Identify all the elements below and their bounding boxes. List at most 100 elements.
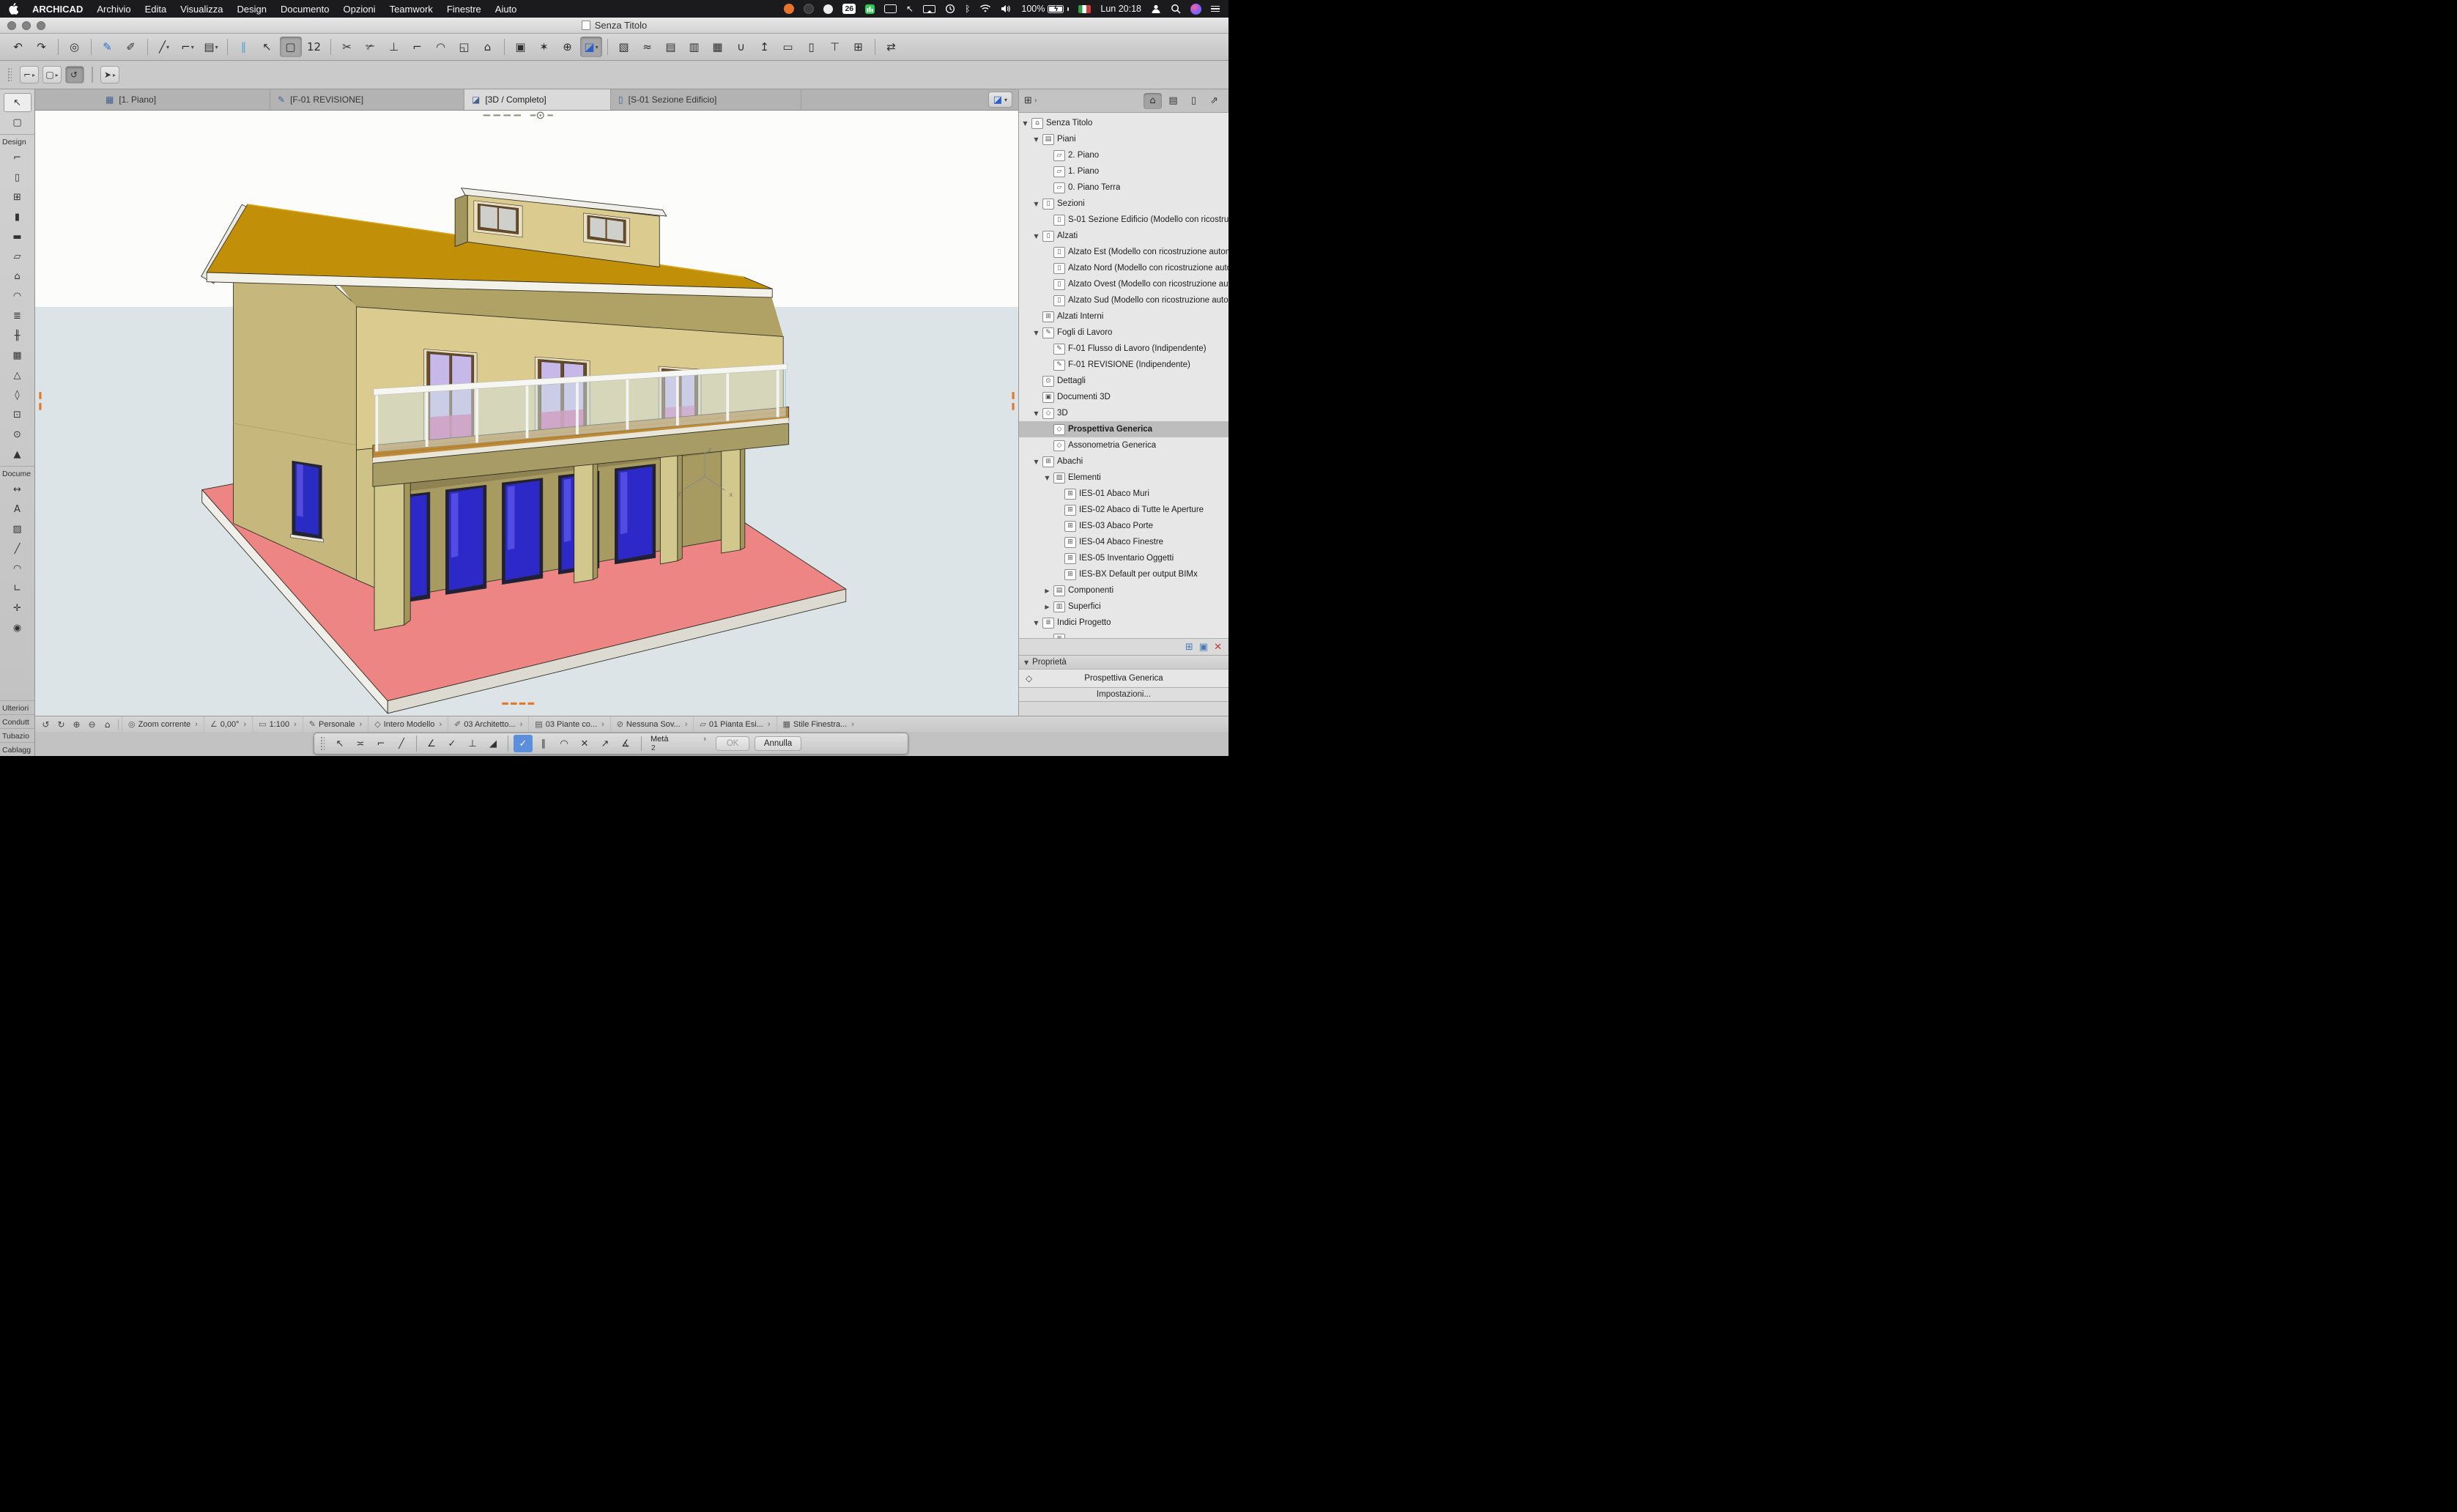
snap-arc-button[interactable]: ◠ <box>555 735 574 752</box>
zoom-button[interactable] <box>37 21 45 30</box>
wall-tool[interactable]: ⌐ <box>4 148 32 167</box>
transfer-settings-button[interactable]: ⇄ <box>881 37 903 57</box>
toolbox-group-label[interactable]: Ulteriori <box>0 700 34 714</box>
menu-item[interactable]: Teamwork <box>390 4 433 15</box>
cancel-button[interactable]: Annulla <box>755 736 801 751</box>
menu-item[interactable]: Design <box>237 4 267 15</box>
popup-navigator-chevron-icon[interactable]: › <box>1034 97 1037 105</box>
railing-tool[interactable]: ╫ <box>4 326 32 345</box>
tree-item-alzato-est[interactable]: ▯ Alzato Est (Modello con ricostruzione … <box>1019 244 1228 260</box>
tree-item-ies04[interactable]: ⊞ IES-04 Abaco Finestre <box>1019 534 1228 550</box>
redo-button[interactable]: ↷ <box>31 37 53 57</box>
tree-item-ies02[interactable]: ⊞ IES-02 Abaco di Tutte le Aperture <box>1019 502 1228 518</box>
publisher-button[interactable]: ⇗ <box>1205 93 1223 109</box>
tree-item-dettagli[interactable]: ⊙ Dettagli <box>1019 373 1228 389</box>
toolbox-group-label[interactable]: Cablagg <box>0 742 34 756</box>
menu-app-name[interactable]: ARCHICAD <box>32 4 83 15</box>
toolbar-button[interactable] <box>607 39 608 55</box>
tree-item-piani[interactable]: ▼ ▤ Piani <box>1019 131 1228 147</box>
hatch-button[interactable]: ▤ <box>660 37 682 57</box>
disclosure-icon[interactable]: ▼ <box>1033 201 1040 207</box>
rise-button[interactable]: ↥ <box>754 37 776 57</box>
tree-item-ies01[interactable]: ⊞ IES-01 Abaco Muri <box>1019 486 1228 502</box>
rotate-view-button[interactable]: ↺ <box>65 66 84 84</box>
light-app-icon[interactable] <box>823 4 833 14</box>
menu-item[interactable]: ArchivioEditaVisualizzaDesignDocumentoOp… <box>97 4 516 15</box>
menu-item[interactable]: Aiuto <box>495 4 517 15</box>
snap-angle-button[interactable]: ╱ <box>392 735 411 752</box>
battery-indicator[interactable]: 100% ϟ <box>1021 4 1069 14</box>
disclosure-icon[interactable]: ▶ <box>1044 588 1050 594</box>
tab-3d-completo[interactable]: ◪[3D / Completo] <box>464 89 611 110</box>
layer-combination-dropdown[interactable]: ▤ 03 Piante co... › <box>528 716 609 732</box>
toolbar-button[interactable] <box>91 39 92 55</box>
snap-button[interactable] <box>416 735 417 752</box>
snap-lines-button[interactable]: ∥ <box>534 735 553 752</box>
menu-item[interactable]: Visualizza <box>180 4 223 15</box>
fill-type-dropdown[interactable]: ▤▾ <box>200 37 222 57</box>
tree-item-clipped[interactable]: ≣ <box>1019 631 1228 638</box>
close-button[interactable] <box>7 21 16 30</box>
window-title-bar[interactable]: Senza Titolo <box>0 18 1228 34</box>
palette-grip[interactable] <box>320 736 325 751</box>
polyline-tool[interactable]: ∟ <box>4 579 32 598</box>
project-map-button[interactable]: ⌂ <box>1144 93 1162 109</box>
settings-button[interactable]: Impostazioni... <box>1019 687 1228 702</box>
text-tool[interactable]: A <box>4 500 32 519</box>
marquee-tool[interactable]: ▢ <box>4 113 32 132</box>
ok-button[interactable]: OK <box>716 736 749 751</box>
ramp-button[interactable]: ≈ <box>637 37 659 57</box>
tree-item-superfici[interactable]: ▶ ▥ Superfici <box>1019 598 1228 615</box>
tree-item-piano2[interactable]: ▱ 2. Piano <box>1019 147 1228 163</box>
tab-overview-dropdown[interactable]: ◪ ▾ <box>988 92 1012 108</box>
tree-item-s01[interactable]: ▯ S-01 Sezione Edificio (Modello con ric… <box>1019 212 1228 228</box>
zoom-to-selection-button[interactable]: ◎ <box>64 37 86 57</box>
tree-item-abachi[interactable]: ▼ ⊞ Abachi <box>1019 453 1228 470</box>
tree-item-sezioni[interactable]: ▼ ▯ Sezioni <box>1019 196 1228 212</box>
3d-viewport[interactable]: z y x <box>35 111 1018 716</box>
camera-tool[interactable]: ◉ <box>4 618 32 637</box>
merge-button[interactable]: ⊕ <box>557 37 579 57</box>
line-tool[interactable]: ╱ <box>4 539 32 558</box>
model-view-options-dropdown[interactable]: ▦ Stile Finestra... › <box>777 716 860 732</box>
tab-f01-revisione[interactable]: ✎[F-01 REVISIONE] <box>270 89 464 110</box>
stair-tool[interactable]: ≣ <box>4 306 32 325</box>
tree-item-assonometria[interactable]: ◇ Assonometria Generica <box>1019 437 1228 453</box>
composite-button[interactable]: ▥ <box>683 37 705 57</box>
menu-item[interactable]: Edita <box>145 4 167 15</box>
tree-item-f01-revisione[interactable]: ✎ F-01 REVISIONE (Indipendente) <box>1019 357 1228 373</box>
view-settings-dropdown[interactable]: ⌐▸ <box>20 66 39 84</box>
properties-header[interactable]: ▼ Proprietà <box>1019 655 1228 670</box>
renovation-filter-dropdown[interactable]: ▱ 01 Pianta Esi... › <box>693 716 776 732</box>
menu-item[interactable]: Archivio <box>97 4 130 15</box>
zone-tool[interactable]: ◊ <box>4 385 32 404</box>
curtain-wall-tool[interactable]: ▦ <box>4 346 32 365</box>
disclosure-icon[interactable]: ▼ <box>1033 459 1040 465</box>
skylight-tool[interactable]: ⊡ <box>4 405 32 424</box>
tree-item-documenti-3d[interactable]: ▣ Documenti 3D <box>1019 389 1228 405</box>
roof-tool[interactable]: ⌂ <box>4 267 32 286</box>
snap-remove-button[interactable]: ✕ <box>575 735 594 752</box>
snap-cursor-button[interactable]: ↖ <box>330 735 349 752</box>
toolbar-button[interactable] <box>227 39 228 55</box>
adjust-button[interactable]: ⊥ <box>383 37 405 57</box>
tree-item-alzati-interni[interactable]: ⊞ Alzati Interni <box>1019 308 1228 325</box>
layout-button[interactable]: ▭ <box>777 37 799 57</box>
schedule-button[interactable]: ⊞ <box>848 37 870 57</box>
toolbox-group-document[interactable]: Docume <box>0 466 34 480</box>
mesh-tool[interactable]: △ <box>4 366 32 385</box>
bluetooth-icon[interactable]: ᛒ <box>965 4 970 14</box>
calendar-badge[interactable]: 26 <box>842 4 856 14</box>
disclosure-icon[interactable]: ▼ <box>1033 620 1040 626</box>
pen-set-dropdown[interactable]: ✎ Personale › <box>303 716 368 732</box>
screen-share-cursor-icon[interactable]: ↖ <box>906 4 914 14</box>
document-proxy-icon[interactable] <box>582 21 590 30</box>
tree-item-elementi[interactable]: ▼ ▨ Elementi <box>1019 470 1228 486</box>
line-type-dropdown[interactable]: ╱▾ <box>153 37 175 57</box>
fit-in-window-button[interactable]: ⌂ <box>100 719 115 730</box>
toolbar-button[interactable] <box>147 39 148 55</box>
dark-app-icon[interactable] <box>804 4 814 14</box>
snap-vector-button[interactable]: ↗ <box>596 735 615 752</box>
disclosure-icon[interactable]: ▼ <box>1033 136 1040 143</box>
snap-ortho-button[interactable]: ⊥ <box>463 735 482 752</box>
